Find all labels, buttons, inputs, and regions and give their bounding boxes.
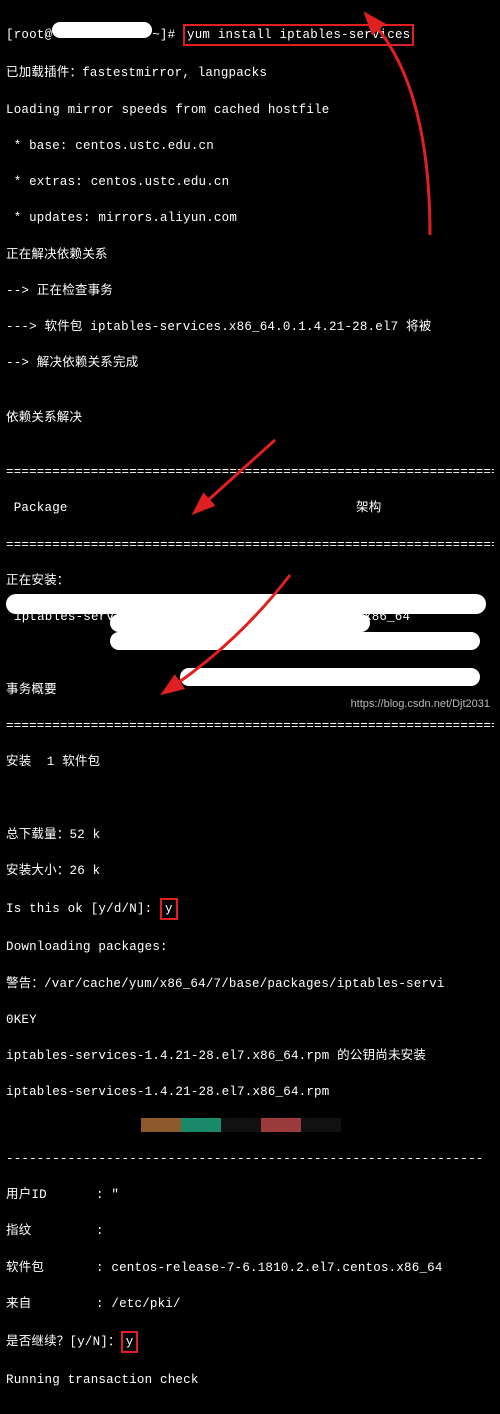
redaction-bar — [180, 668, 480, 686]
kv-userid: 用户ID: " — [6, 1186, 494, 1204]
kv-fingerprint: 指纹: — [6, 1222, 494, 1240]
divider: ========================================… — [6, 463, 494, 481]
progress-chips — [141, 1118, 494, 1132]
confirm-2[interactable]: 是否继续？[y/N]：y — [6, 1331, 494, 1353]
command: yum install iptables-services — [187, 28, 410, 42]
y-box-1: y — [160, 898, 178, 920]
prompt-line: [root@~]# yum install iptables-services — [6, 22, 494, 46]
divider: ========================================… — [6, 717, 494, 735]
redaction-bar — [6, 594, 486, 614]
divider: ========================================… — [6, 536, 494, 554]
user: root — [14, 28, 45, 42]
kv-from: 来自: /etc/pki/ — [6, 1295, 494, 1313]
table-header: Package架构 — [6, 499, 494, 517]
kv-package: 软件包: centos-release-7-6.1810.2.el7.cento… — [6, 1259, 494, 1277]
command-highlight: yum install iptables-services — [183, 24, 414, 46]
redaction-bar — [110, 614, 370, 632]
host-redacted — [52, 22, 152, 38]
redaction-bar — [110, 632, 480, 650]
y-box-2: y — [121, 1331, 139, 1353]
confirm-1[interactable]: Is this ok [y/d/N]: y — [6, 898, 494, 920]
watermark: https://blog.csdn.net/Djt2031 — [351, 697, 490, 713]
